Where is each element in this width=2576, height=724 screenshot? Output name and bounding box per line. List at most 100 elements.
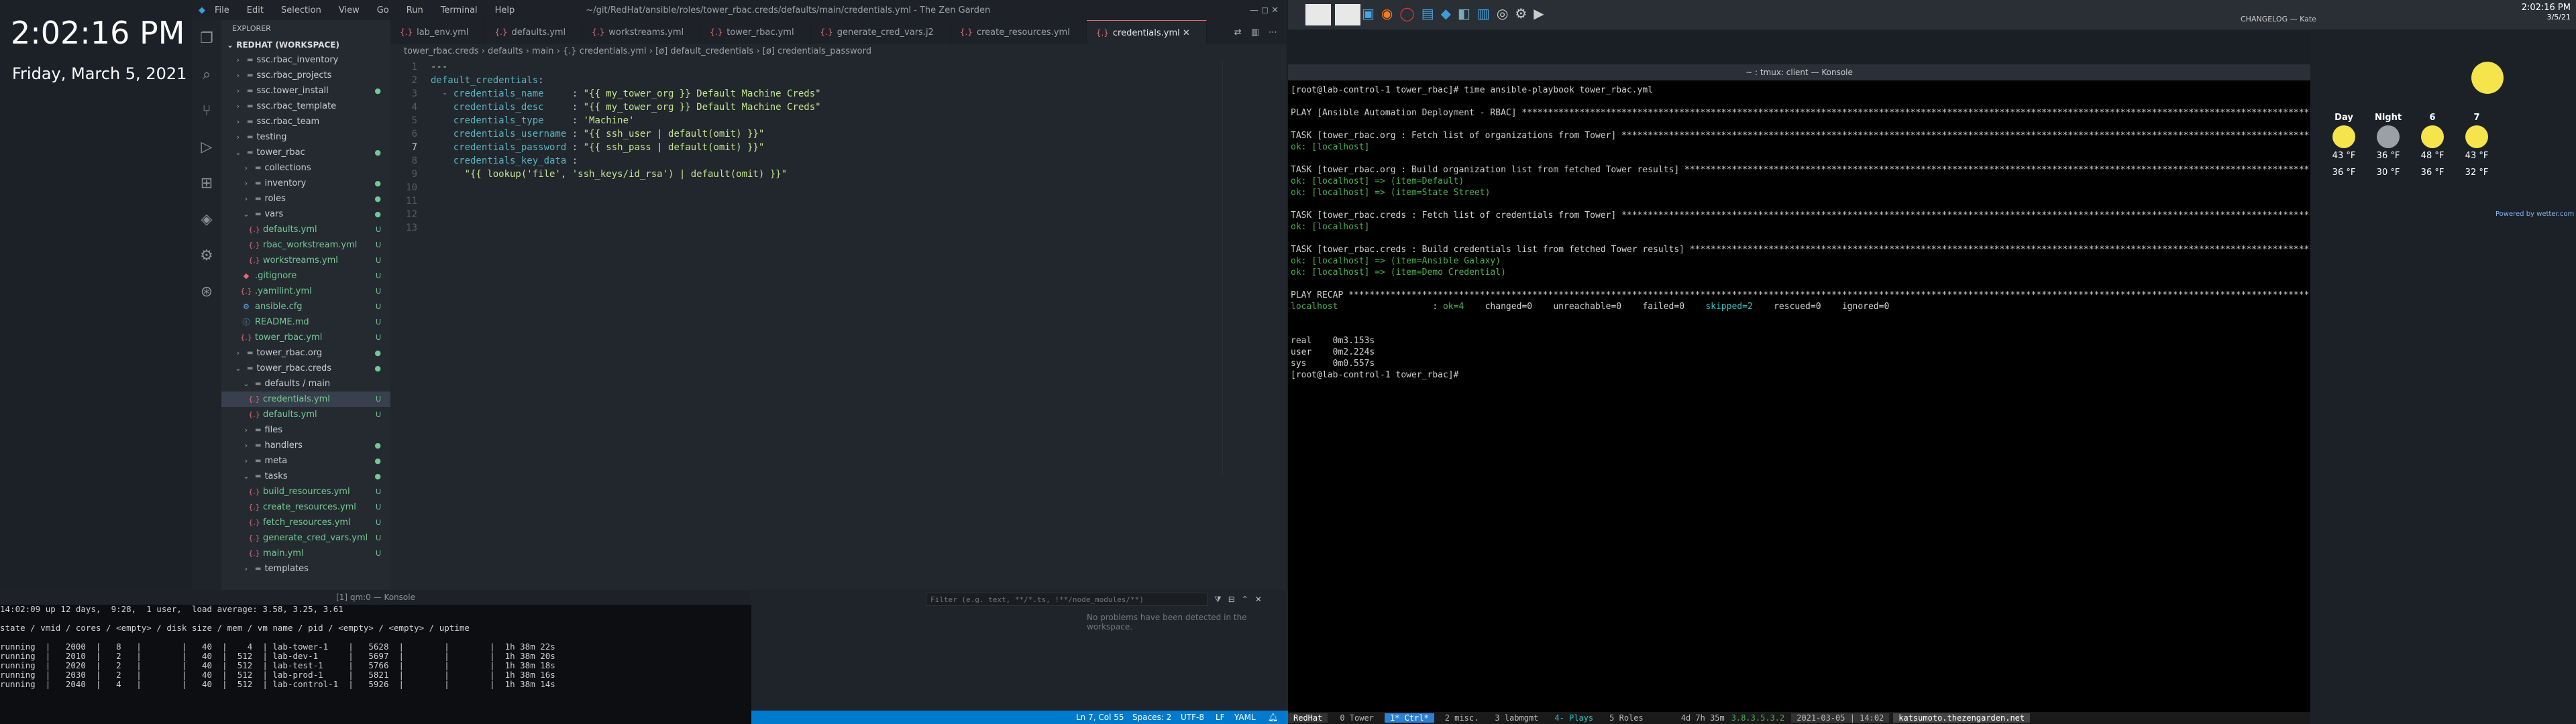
close-tab-icon[interactable]: ✕ xyxy=(1180,28,1190,38)
extensions-icon[interactable]: ⊞ xyxy=(192,165,221,201)
tmux-window[interactable]: 1* Ctrl* xyxy=(1384,713,1434,723)
tmux-host[interactable]: katsumoto.thezengarden.net xyxy=(1893,713,2031,723)
chevron-up-icon[interactable]: ⌃ xyxy=(1242,595,1248,604)
remote-icon[interactable]: ⊛ xyxy=(192,274,221,310)
menu-terminal[interactable]: Terminal xyxy=(441,5,478,15)
code-line[interactable]: 10 xyxy=(390,181,1287,194)
explorer-item[interactable]: › ▬ ssc.rbac_inventory xyxy=(221,52,390,68)
code-line[interactable]: 3 - credentials_name : "{{ my_tower_org … xyxy=(390,87,1287,101)
status-language[interactable]: YAML xyxy=(1234,711,1256,724)
menu-help[interactable]: Help xyxy=(495,5,515,15)
explorer-item[interactable]: {.} defaults.yml U xyxy=(221,222,390,237)
run-debug-icon[interactable]: ▷ xyxy=(192,129,221,165)
tmux-window[interactable]: 5 Roles xyxy=(1604,713,1649,723)
explorer-item[interactable]: › ▬ ssc.rbac_template xyxy=(221,99,390,114)
explorer-item[interactable]: {.} .yamllint.yml U xyxy=(221,284,390,299)
tmux-datetime[interactable]: 2021-03-05 | 14:02 xyxy=(1791,713,1890,723)
window-controls[interactable]: — ◻ ✕ xyxy=(1250,5,1279,15)
explorer-item[interactable]: › ▬ files xyxy=(221,422,390,438)
search-icon[interactable]: ⌕ xyxy=(192,56,221,93)
code-editor[interactable]: 1 --- 2 default_credentials: 3 - credentials… xyxy=(390,60,1287,476)
tmux-window[interactable]: 4- Plays xyxy=(1549,713,1599,723)
editor-tab[interactable]: {.} credentials.yml ✕ xyxy=(1086,20,1207,44)
menu-view[interactable]: View xyxy=(339,5,360,15)
terminal-icon[interactable]: ▶ xyxy=(1534,5,1544,21)
code-line[interactable]: 9 "{{ lookup('file', 'ssh_keys/id_rsa') … xyxy=(390,168,1287,181)
explorer-item[interactable]: ⌄ ▬ tower_rbac ● xyxy=(221,145,390,160)
explorer-item[interactable]: ⓘ README.md U xyxy=(221,314,390,330)
source-control-icon[interactable]: ⑂ xyxy=(192,93,221,129)
explorer-item[interactable]: › ▬ ssc.tower_install ● xyxy=(221,83,390,99)
editor-tab[interactable]: {.} defaults.yml xyxy=(485,20,583,44)
workspace-header[interactable]: ⌄ REDHAT (WORKSPACE) xyxy=(221,38,390,52)
explorer-item[interactable]: {.} defaults.yml U xyxy=(221,407,390,422)
editor-tab[interactable]: {.} workstreams.yml xyxy=(582,20,701,44)
explorer-item[interactable]: {.} main.yml U xyxy=(221,546,390,561)
explorer-item[interactable]: › ▬ tower_rbac.org ● xyxy=(221,345,390,361)
app-icon[interactable]: ▤ xyxy=(1421,5,1434,21)
code-line[interactable]: 1 --- xyxy=(390,60,1287,74)
explorer-item[interactable]: {.} rbac_workstream.yml U xyxy=(221,237,390,253)
breadcrumb[interactable]: tower_rbac.creds › defaults › main › {.}… xyxy=(390,44,1287,59)
status-encoding[interactable]: UTF-8 xyxy=(1181,711,1204,724)
vscode-taskbar-icon[interactable]: ◆ xyxy=(1441,5,1451,21)
explorer-item[interactable]: {.} tower_rbac.yml U xyxy=(221,330,390,345)
explorer-item[interactable]: › ▬ handlers ● xyxy=(221,438,390,453)
explorer-item[interactable]: ⌄ ▬ defaults / main xyxy=(221,376,390,391)
explorer-item[interactable]: ◆ .gitignore U xyxy=(221,268,390,284)
code-line[interactable]: 12 xyxy=(390,208,1287,221)
editor-tab[interactable]: {.} generate_cred_vars.j2 xyxy=(811,20,951,44)
status-eol[interactable]: LF xyxy=(1216,711,1225,724)
code-line[interactable]: 2 default_credentials: xyxy=(390,74,1287,87)
split-editor-icon[interactable]: ▥ xyxy=(1251,27,1259,38)
explorer-item[interactable]: ⌄ ▬ tower_rbac.creds ● xyxy=(221,361,390,376)
status-position[interactable]: Ln 7, Col 55 xyxy=(1076,711,1124,724)
explorer-item[interactable]: › ▬ ssc.rbac_projects xyxy=(221,68,390,83)
explorer-item[interactable]: {.} credentials.yml U xyxy=(221,391,390,407)
firefox-icon[interactable]: ◉ xyxy=(1381,5,1393,21)
explorer-item[interactable]: › ▬ inventory ● xyxy=(221,176,390,191)
explorer-item[interactable]: › ▬ meta ● xyxy=(221,453,390,469)
changelog-window-title[interactable]: CHANGELOG — Kate xyxy=(2241,15,2316,23)
steam-icon[interactable]: ⚙ xyxy=(1515,5,1527,21)
collapse-all-icon[interactable]: ⊟ xyxy=(1228,595,1235,604)
explorer-item[interactable]: › ▬ collections xyxy=(221,160,390,176)
code-line[interactable]: 4 credentials_desc : "{{ my_tower_org }}… xyxy=(390,101,1287,114)
window-thumbnail[interactable] xyxy=(1305,4,1331,25)
explorer-item[interactable]: {.} generate_cred_vars.yml U xyxy=(221,530,390,546)
filter-icon[interactable]: ⧩ xyxy=(1214,595,1222,605)
app-icon[interactable]: ◧ xyxy=(1458,5,1470,21)
compare-icon[interactable]: ⇄ xyxy=(1234,27,1242,38)
code-line[interactable]: 8 credentials_key_data : xyxy=(390,154,1287,168)
code-line[interactable]: 6 credentials_username : "{{ ssh_user | … xyxy=(390,127,1287,141)
problems-filter-input[interactable] xyxy=(926,593,1208,606)
editor-tab[interactable]: {.} lab_env.yml xyxy=(390,20,486,44)
window-thumbnail[interactable] xyxy=(1335,4,1360,25)
explorer-item[interactable]: {.} workstreams.yml U xyxy=(221,253,390,268)
app-icon[interactable]: ▥ xyxy=(1477,5,1490,21)
tmux-session[interactable]: RedHat xyxy=(1288,713,1328,723)
menu-selection[interactable]: Selection xyxy=(281,5,321,15)
code-line[interactable]: 11 xyxy=(390,194,1287,208)
konsole-output[interactable]: [root@lab-control-1 tower_rbac]# time an… xyxy=(1291,84,2351,688)
explorer-item[interactable]: › ▬ roles ● xyxy=(221,191,390,206)
explorer-item[interactable]: {.} build_resources.yml U xyxy=(221,484,390,499)
qm-terminal-output[interactable]: 14:02:09 up 12 days, 9:28, 1 user, load … xyxy=(0,605,751,724)
weather-credit[interactable]: Powered by wetter.com xyxy=(2496,210,2574,218)
bell-icon[interactable]: 🔔︎ xyxy=(1268,711,1278,724)
tmux-window[interactable]: 2 misc. xyxy=(1440,713,1485,723)
tmux-window[interactable]: 0 Tower xyxy=(1334,713,1379,723)
tmux-window[interactable]: 3 labmgmt xyxy=(1489,713,1544,723)
ansible-icon[interactable]: ⚙ xyxy=(192,237,221,274)
tmux-ip[interactable]: 3.8.3.5.3.2 xyxy=(1731,713,1784,723)
menu-file[interactable]: File xyxy=(215,5,229,15)
minimap[interactable] xyxy=(1222,60,1287,476)
tmux-uptime[interactable]: 4d 7h 35m xyxy=(1681,713,1725,723)
menu-go[interactable]: Go xyxy=(377,5,389,15)
opera-icon[interactable]: ◯ xyxy=(1399,5,1414,21)
explorer-item[interactable]: {.} create_resources.yml U xyxy=(221,499,390,515)
menu-edit[interactable]: Edit xyxy=(247,5,264,15)
explorer-icon[interactable]: ❐ xyxy=(192,20,221,56)
explorer-item[interactable]: {.} fetch_resources.yml U xyxy=(221,515,390,530)
code-line[interactable]: 7 credentials_password : "{{ ssh_pass | … xyxy=(390,141,1287,154)
